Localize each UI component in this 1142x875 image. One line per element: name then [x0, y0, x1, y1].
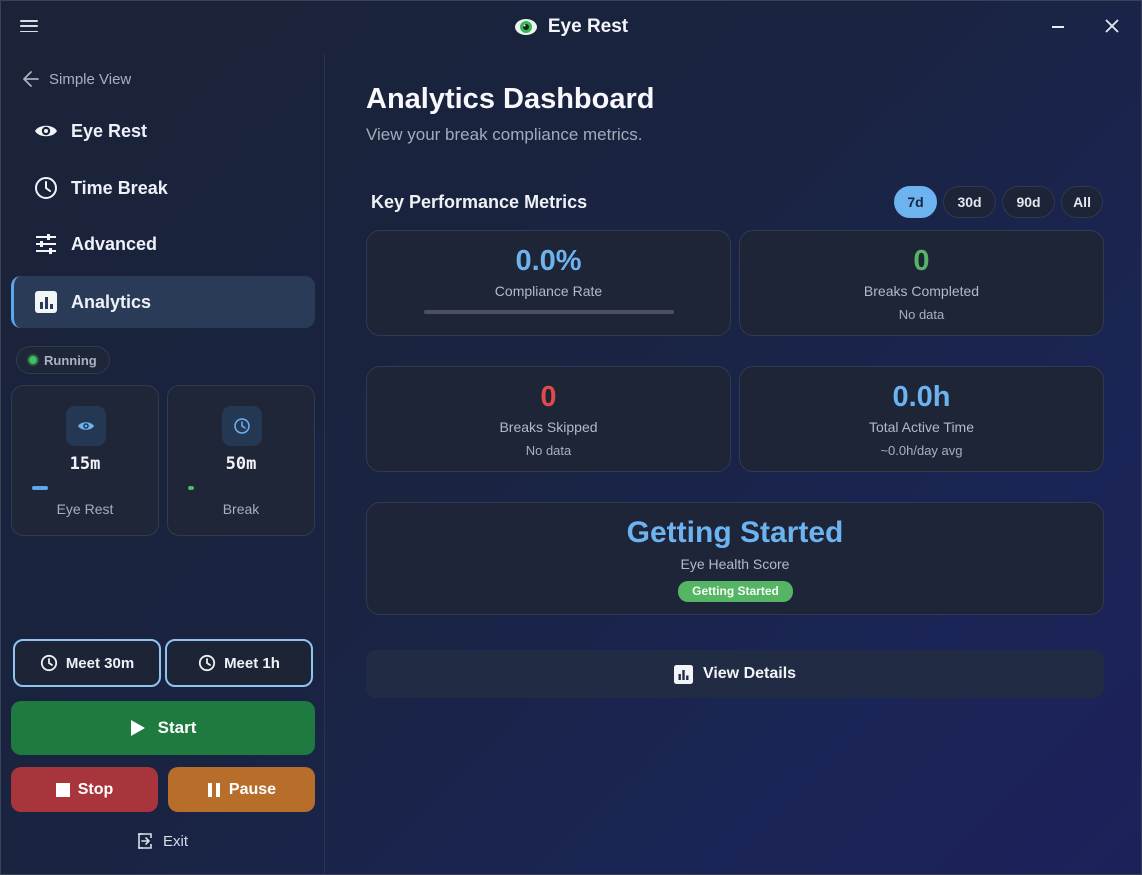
breaks-skipped-value: 0: [540, 381, 557, 413]
timer-progress-bar: [188, 486, 194, 490]
exit-label: Exit: [163, 832, 189, 850]
app-title: Eye Rest: [547, 16, 629, 37]
arrow-left-icon: [23, 71, 39, 87]
play-icon: [130, 720, 145, 736]
clock-icon: [198, 654, 216, 672]
status-badge: Running: [16, 346, 110, 374]
breaks-completed-value: 0: [913, 245, 930, 277]
stop-button[interactable]: Stop: [11, 767, 158, 812]
nav-item-advanced[interactable]: Advanced: [11, 218, 315, 270]
bar-chart-icon: [673, 664, 693, 684]
compliance-rate-label: Compliance Rate: [494, 283, 603, 299]
app-title-group: Eye Rest: [514, 15, 628, 39]
nav-item-eye-rest[interactable]: Eye Rest: [11, 105, 315, 157]
total-active-time-value: 0.0h: [892, 381, 951, 413]
app-window: Eye Rest Simple View Eye Rest Time Break…: [0, 0, 1142, 875]
eye-health-card: Getting Started Eye Health Score Getting…: [366, 502, 1104, 615]
eye-health-value: Getting Started: [626, 516, 844, 549]
break-timer-card: 50m Break: [167, 385, 315, 536]
eye-icon: [35, 125, 57, 137]
total-active-time-subtext: ~0.0h/day avg: [880, 443, 963, 458]
minimize-icon[interactable]: [1047, 15, 1069, 37]
range-tab-all[interactable]: All: [1061, 186, 1103, 218]
breaks-skipped-label: Breaks Skipped: [499, 419, 598, 435]
eye-health-label: Eye Health Score: [680, 556, 790, 572]
status-dot: [29, 356, 37, 364]
exit-button[interactable]: Exit: [135, 831, 188, 851]
eye-health-badge: Getting Started: [678, 581, 793, 602]
clock-icon: [222, 406, 262, 446]
exit-icon: [138, 833, 152, 849]
pause-button[interactable]: Pause: [168, 767, 315, 812]
breaks-skipped-card: 0 Breaks Skipped No data: [366, 366, 731, 472]
meet-30m-button[interactable]: Meet 30m: [13, 639, 161, 687]
range-tab-30d[interactable]: 30d: [943, 186, 996, 218]
nav-label: Eye Rest: [71, 120, 148, 141]
nav-item-analytics[interactable]: Analytics: [11, 276, 315, 328]
compliance-rate-value: 0.0%: [515, 245, 582, 277]
sliders-icon: [36, 234, 56, 254]
pause-icon: [207, 782, 220, 797]
stop-label: Stop: [77, 780, 114, 798]
nav-label: Analytics: [71, 291, 152, 312]
timer-value: 50m: [225, 454, 257, 474]
close-icon[interactable]: [1101, 15, 1123, 37]
clock-icon: [40, 654, 57, 672]
title-bar: Eye Rest: [1, 1, 1141, 53]
eye-icon: [66, 406, 106, 446]
total-active-time-label: Total Active Time: [868, 419, 975, 435]
meet-1h-button[interactable]: Meet 1h: [165, 639, 313, 687]
stop-icon: [55, 782, 70, 797]
view-details-label: View Details: [702, 665, 797, 682]
start-label: Start: [157, 718, 197, 737]
page-subtitle: View your break compliance metrics.: [366, 125, 643, 144]
meet-1h-label: Meet 1h: [224, 654, 280, 672]
page-title: Analytics Dashboard: [366, 83, 655, 115]
clock-icon: [35, 177, 57, 199]
start-button[interactable]: Start: [11, 701, 315, 755]
compliance-progress-track: [424, 310, 674, 314]
main-content: Analytics Dashboard View your break comp…: [326, 53, 1141, 874]
breaks-completed-card: 0 Breaks Completed No data: [739, 230, 1104, 336]
range-tab-7d[interactable]: 7d: [894, 186, 937, 218]
nav-item-time-break[interactable]: Time Break: [11, 162, 315, 214]
eye-logo-icon: [514, 19, 537, 35]
pause-label: Pause: [228, 780, 277, 798]
range-tab-90d[interactable]: 90d: [1002, 186, 1055, 218]
eye-rest-timer-card: 15m Eye Rest: [11, 385, 159, 536]
menu-icon[interactable]: [19, 18, 39, 34]
simple-view-label: Simple View: [49, 70, 132, 88]
breaks-skipped-subtext: No data: [525, 443, 572, 458]
view-details-button[interactable]: View Details: [366, 650, 1104, 698]
breaks-completed-label: Breaks Completed: [863, 283, 980, 299]
nav-label: Advanced: [71, 233, 158, 254]
compliance-rate-card: 0.0% Compliance Rate: [366, 230, 731, 336]
bar-chart-icon: [35, 291, 57, 313]
timer-progress-bar: [32, 486, 48, 490]
status-label: Running: [44, 352, 97, 368]
meet-30m-label: Meet 30m: [65, 654, 135, 672]
timer-label: Break: [222, 501, 260, 517]
nav-label: Time Break: [71, 177, 168, 198]
timer-label: Eye Rest: [56, 501, 114, 517]
sidebar: Simple View Eye Rest Time Break Advanced…: [1, 53, 325, 874]
section-title: Key Performance Metrics: [371, 192, 588, 212]
range-tabs: 7d 30d 90d All: [894, 186, 1103, 218]
breaks-completed-subtext: No data: [898, 307, 945, 322]
timer-value: 15m: [69, 454, 101, 474]
simple-view-link[interactable]: Simple View: [21, 69, 131, 89]
total-active-time-card: 0.0h Total Active Time ~0.0h/day avg: [739, 366, 1104, 472]
